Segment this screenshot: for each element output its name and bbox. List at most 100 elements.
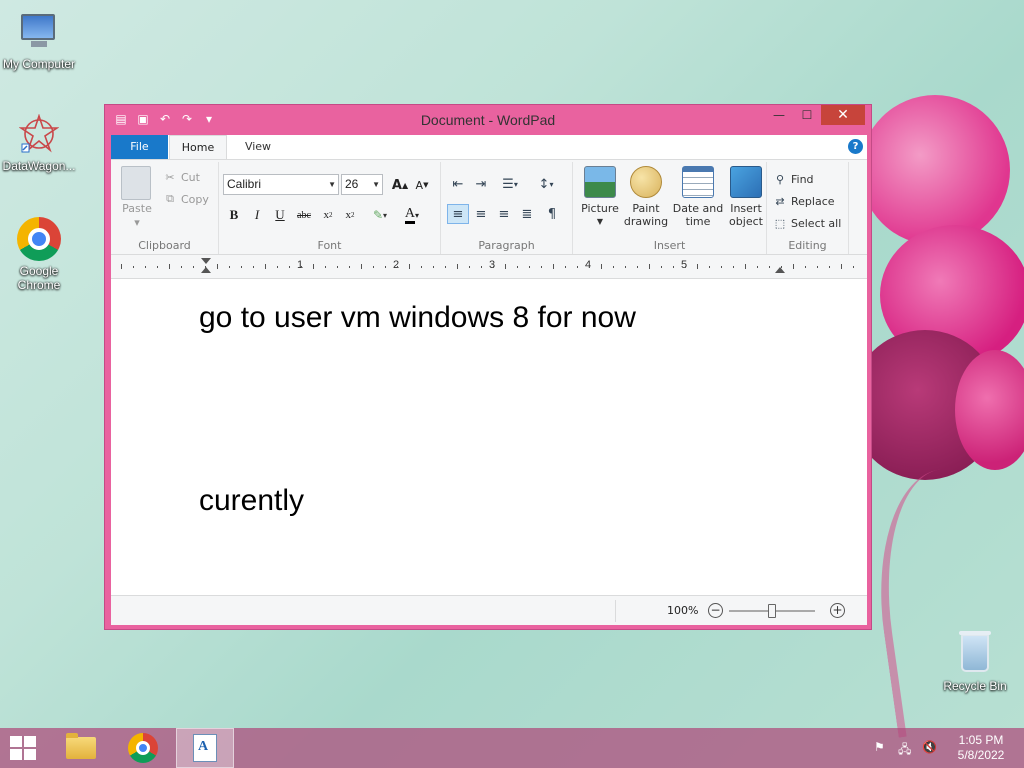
document-text-line[interactable]: go to user vm windows 8 for now — [199, 301, 636, 335]
taskbar-file-explorer[interactable] — [52, 728, 110, 768]
ruler[interactable]: 1 2 3 4 5 — [111, 255, 867, 279]
find-button[interactable]: ⚲ Find — [773, 172, 814, 186]
shrink-font-button[interactable]: A ▼ — [411, 174, 433, 196]
ruler-mark — [301, 266, 302, 268]
folder-icon — [66, 733, 96, 759]
select-all-button[interactable]: ⬚ Select all — [773, 216, 842, 230]
increase-indent-icon[interactable]: ⇥ — [470, 174, 492, 194]
chrome-icon — [17, 217, 61, 261]
ruler-mark — [493, 266, 494, 268]
ruler-number: 5 — [681, 259, 688, 271]
minimize-button[interactable]: — — [765, 105, 793, 125]
insert-object-label: Insert — [730, 202, 762, 215]
taskbar-wordpad[interactable] — [176, 728, 234, 768]
left-indent-marker[interactable] — [201, 267, 211, 273]
font-color-button[interactable]: A ▾ — [397, 204, 427, 226]
picture-icon — [584, 166, 616, 198]
first-line-indent-marker[interactable] — [201, 258, 211, 264]
subscript-button[interactable]: x2 — [317, 204, 339, 226]
ruler-mark — [481, 266, 482, 268]
ruler-mark — [577, 266, 578, 268]
align-right-icon[interactable]: ≡ — [493, 204, 515, 224]
desktop-icon-label: DataWagon... — [2, 159, 76, 173]
title-bar[interactable]: ▤ ▣ ↶ ↷ ▾ Document - WordPad — ☐ ✕ — [105, 105, 871, 135]
paste-button[interactable]: Paste — [117, 202, 157, 215]
desktop-icon-recycle-bin[interactable]: Recycle Bin — [934, 631, 1016, 693]
align-center-icon[interactable]: ≡ — [470, 204, 492, 224]
right-indent-marker[interactable] — [775, 267, 785, 273]
wallpaper-petal — [860, 95, 1010, 245]
recycle-bin-icon — [953, 631, 997, 676]
status-bar: 100% − + — [111, 595, 867, 625]
ruler-mark — [373, 266, 374, 268]
bold-button[interactable]: B — [223, 204, 245, 226]
ruler-mark — [337, 266, 338, 268]
justify-icon[interactable]: ≣ — [516, 204, 538, 224]
font-family-select[interactable]: Calibri ▼ — [223, 174, 339, 195]
ruler-mark — [805, 266, 806, 268]
font-family-value: Calibri — [227, 177, 262, 191]
document-text-line[interactable]: curently — [199, 484, 304, 518]
replace-button[interactable]: ⇄ Replace — [773, 194, 834, 208]
system-clock[interactable]: 1:05 PM 5/8/2022 — [948, 733, 1014, 763]
start-button[interactable] — [10, 736, 38, 760]
insert-object-label-2: object — [729, 215, 763, 228]
ruler-mark — [385, 266, 386, 268]
tab-file[interactable]: File — [111, 135, 168, 159]
insert-object-button[interactable]: Insert object — [721, 166, 771, 228]
date-time-label-2: time — [685, 215, 711, 228]
desktop-icon-label: Google Chrome — [17, 264, 61, 292]
tab-home[interactable]: Home — [169, 135, 227, 159]
ruler-mark — [469, 266, 470, 268]
underline-button[interactable]: U — [269, 204, 291, 226]
action-center-flag-icon[interactable]: ⚑ — [874, 740, 885, 754]
desktop-icon-google-chrome[interactable]: Google Chrome — [0, 217, 80, 292]
superscript-button[interactable]: x2 — [339, 204, 361, 226]
line-spacing-icon[interactable]: ↕ ▾ — [531, 174, 561, 194]
taskbar: ⚑ 🖧 🔇 1:05 PM 5/8/2022 — [0, 728, 1024, 768]
chevron-down-icon: ▼ — [328, 180, 336, 189]
date-time-button[interactable]: Date and time — [671, 166, 725, 228]
zoom-slider-thumb[interactable] — [768, 604, 776, 618]
computer-icon — [17, 10, 61, 54]
copy-button[interactable]: ⧉ Copy — [163, 192, 209, 206]
paste-dropdown-icon[interactable]: ▾ — [117, 216, 157, 229]
cut-button[interactable]: ✂ Cut — [163, 170, 200, 184]
paste-icon[interactable] — [121, 166, 151, 200]
align-left-icon[interactable]: ≡ — [447, 204, 469, 224]
strikethrough-button[interactable]: abc — [293, 204, 315, 226]
font-size-select[interactable]: 26 ▼ — [341, 174, 383, 195]
paint-drawing-button[interactable]: Paint drawing — [621, 166, 671, 228]
highlight-color-button[interactable]: ✎ ▾ — [365, 204, 395, 226]
picture-label: Picture — [581, 202, 619, 215]
desktop-icon-datawagon[interactable]: DataWagon... — [0, 112, 80, 173]
help-icon[interactable]: ? — [848, 139, 863, 154]
ruler-mark — [517, 266, 518, 268]
ruler-mark — [409, 264, 410, 269]
zoom-out-button[interactable]: − — [708, 603, 723, 618]
replace-icon: ⇄ — [775, 194, 785, 208]
ribbon-tabs: File Home View ? — [111, 135, 867, 159]
volume-muted-icon[interactable]: 🔇 — [922, 740, 937, 754]
group-label: Insert — [653, 239, 686, 252]
clock-date: 5/8/2022 — [957, 748, 1005, 762]
italic-button[interactable]: I — [246, 204, 268, 226]
picture-button[interactable]: Picture ▼ — [575, 166, 625, 228]
decrease-indent-icon[interactable]: ⇤ — [447, 174, 469, 194]
desktop-icon-my-computer[interactable]: My Computer — [0, 10, 80, 71]
document-area[interactable]: go to user vm windows 8 for now curently — [111, 279, 867, 595]
maximize-button[interactable]: ☐ — [793, 105, 821, 125]
zoom-in-button[interactable]: + — [830, 603, 845, 618]
network-icon[interactable]: 🖧 — [898, 740, 911, 761]
ruler-mark — [529, 266, 530, 268]
tab-view[interactable]: View — [231, 135, 285, 159]
bullet-list-icon[interactable]: ☰ ▾ — [495, 174, 525, 194]
zoom-slider[interactable] — [729, 604, 815, 618]
paragraph-settings-icon[interactable]: ¶ — [541, 204, 563, 224]
taskbar-chrome[interactable] — [114, 728, 172, 768]
grow-font-button[interactable]: A ▲ — [389, 174, 411, 196]
ruler-mark — [769, 266, 770, 268]
close-button[interactable]: ✕ — [821, 105, 865, 125]
group-label: Clipboard — [138, 239, 191, 252]
ruler-mark — [721, 266, 722, 268]
